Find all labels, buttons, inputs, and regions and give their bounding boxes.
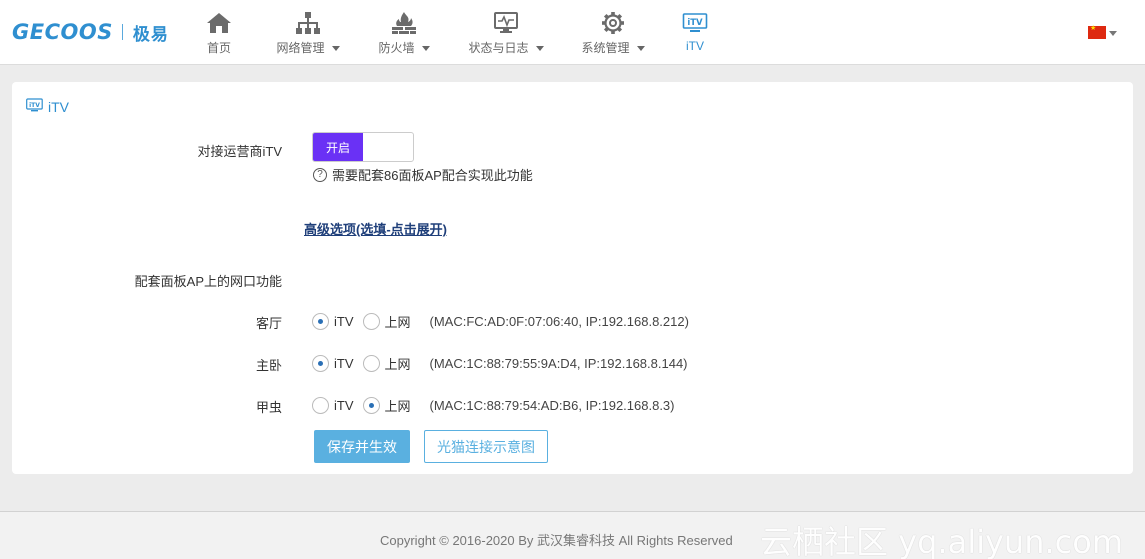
nav-label-status: 状态与日志 bbox=[468, 41, 529, 55]
china-flag-icon[interactable]: ★ bbox=[1088, 25, 1106, 39]
radio-internet[interactable]: 上网 bbox=[362, 396, 420, 415]
network-icon bbox=[295, 10, 321, 36]
radio-itv[interactable]: iTV bbox=[312, 355, 363, 372]
nav-item-network[interactable]: 网络管理 bbox=[272, 0, 344, 65]
svg-text:iTV: iTV bbox=[687, 18, 703, 28]
chevron-down-icon bbox=[535, 46, 544, 51]
top-header: GECOOS 极易 首页 网络管理 防火墙 状态与日志 系统管理 iTV iTV… bbox=[0, 0, 1145, 65]
chevron-down-icon bbox=[331, 46, 340, 51]
nav-item-firewall[interactable]: 防火墙 bbox=[374, 0, 434, 65]
gear-icon bbox=[600, 10, 626, 36]
radio-itv[interactable]: iTV bbox=[312, 313, 363, 330]
nav-item-status[interactable]: 状态与日志 bbox=[464, 0, 548, 65]
tv-icon: iTV bbox=[26, 98, 43, 115]
device-info: (MAC:FC:AD:0F:07:06:40, IP:192.168.8.212… bbox=[429, 314, 689, 329]
device-info: (MAC:1C:88:79:55:9A:D4, IP:192.168.8.144… bbox=[429, 356, 688, 371]
itv-toggle[interactable]: 开启 bbox=[312, 132, 414, 162]
connection-diagram-button[interactable]: 光猫连接示意图 bbox=[424, 430, 548, 463]
nav-item-home[interactable]: 首页 bbox=[203, 0, 235, 65]
nav-label-itv: iTV bbox=[686, 39, 704, 53]
hint-text: ? 需要配套86面板AP配合实现此功能 bbox=[313, 165, 533, 184]
radio-circle[interactable] bbox=[312, 397, 329, 414]
brand-logo[interactable]: GECOOS 极易 bbox=[12, 18, 169, 46]
radio-itv[interactable]: iTV bbox=[312, 397, 363, 414]
radio-circle-checked[interactable] bbox=[312, 313, 329, 330]
room-label: 主卧 bbox=[255, 358, 282, 373]
radio-circle[interactable] bbox=[362, 313, 380, 330]
save-apply-button[interactable]: 保存并生效 bbox=[314, 430, 410, 463]
svg-text:iTV: iTV bbox=[29, 102, 40, 109]
room-label: 甲虫 bbox=[255, 400, 282, 415]
footer: Copyright © 2016-2020 By 武汉集睿科技 All Righ… bbox=[0, 512, 1145, 559]
radio-circle-checked[interactable] bbox=[362, 397, 380, 414]
tv-icon: iTV bbox=[682, 10, 708, 36]
chevron-down-icon bbox=[636, 46, 645, 51]
watermark-text: 云栖社区 yq.aliyun.com bbox=[760, 523, 1124, 559]
firewall-icon bbox=[391, 10, 417, 36]
room-label: 客厅 bbox=[255, 316, 282, 331]
itv-panel: iTV iTV 对接运营商iTV 开启 ? 需要配套86面板AP配合实现此功能 … bbox=[12, 82, 1133, 474]
advanced-options-link[interactable]: 高级选项(选填-点击展开) bbox=[304, 219, 447, 238]
nav-item-itv[interactable]: iTV iTV bbox=[680, 0, 710, 65]
language-chevron-down-icon[interactable] bbox=[1109, 31, 1117, 36]
port-function-label: 配套面板AP上的网口功能 bbox=[134, 274, 282, 289]
monitor-icon bbox=[493, 10, 519, 36]
logo-separator bbox=[121, 24, 123, 40]
nav-label-home: 首页 bbox=[206, 41, 231, 55]
room-port-radio-group: iTV 上网 (MAC:1C:88:79:55:9A:D4, IP:192.16… bbox=[312, 354, 688, 373]
radio-internet[interactable]: 上网 bbox=[362, 312, 420, 331]
copyright-text: Copyright © 2016-2020 By 武汉集睿科技 All Righ… bbox=[380, 533, 733, 548]
hint-message: 需要配套86面板AP配合实现此功能 bbox=[332, 168, 533, 183]
device-info: (MAC:1C:88:79:54:AD:B6, IP:192.168.8.3) bbox=[429, 398, 675, 413]
radio-internet[interactable]: 上网 bbox=[362, 354, 420, 373]
radio-circle-checked[interactable] bbox=[312, 355, 329, 372]
nav-item-system[interactable]: 系统管理 bbox=[577, 0, 649, 65]
room-port-radio-group: iTV 上网 (MAC:FC:AD:0F:07:06:40, IP:192.16… bbox=[312, 312, 689, 331]
toggle-on-label: 开启 bbox=[313, 133, 363, 161]
chevron-down-icon bbox=[421, 46, 430, 51]
nav-label-firewall: 防火墙 bbox=[378, 41, 415, 55]
question-circle-icon: ? bbox=[313, 167, 327, 182]
room-port-radio-group: iTV 上网 (MAC:1C:88:79:54:AD:B6, IP:192.16… bbox=[312, 396, 674, 415]
nav-label-network: 网络管理 bbox=[276, 41, 325, 55]
itv-connect-label: 对接运营商iTV bbox=[197, 144, 282, 159]
home-icon bbox=[206, 10, 232, 36]
logo-text: GECOOS bbox=[12, 20, 113, 44]
panel-title: iTV iTV bbox=[26, 98, 69, 115]
logo-cn-text: 极易 bbox=[132, 24, 169, 44]
nav-label-system: 系统管理 bbox=[581, 41, 630, 55]
panel-title-text: iTV bbox=[48, 98, 69, 115]
radio-circle[interactable] bbox=[362, 355, 380, 372]
